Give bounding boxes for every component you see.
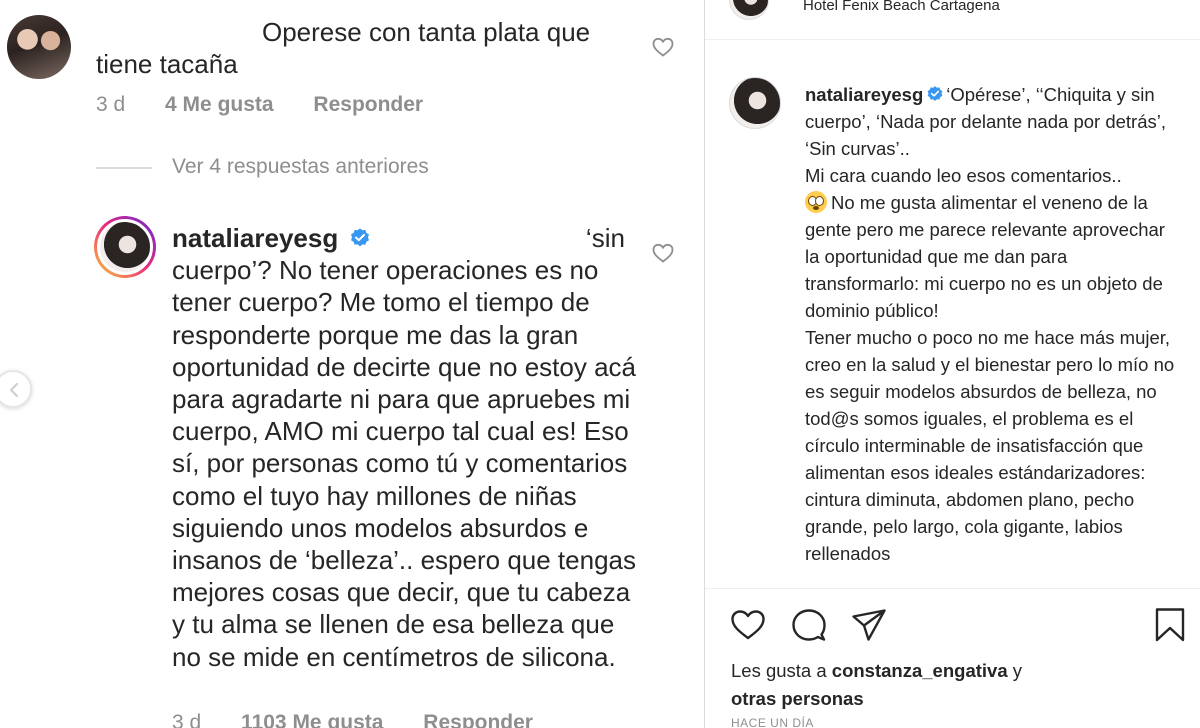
comment-icon[interactable]: [790, 606, 828, 644]
caption-avatar[interactable]: [729, 77, 781, 129]
author-avatar[interactable]: [94, 216, 156, 278]
reply-meta: 3 d 1103 Me gusta Responder: [172, 711, 567, 728]
previous-button[interactable]: [0, 370, 32, 408]
comment-meta: 3 d 4 Me gusta Responder: [96, 93, 457, 117]
author-username[interactable]: nataliareyesg: [172, 223, 338, 253]
post-sidebar: Hotel Fenix Beach Cartagena nataliareyes…: [704, 0, 1200, 728]
post-caption: nataliareyesg ‘Opérese’, ‘‘Chiquita y si…: [805, 81, 1175, 579]
heart-icon[interactable]: [729, 606, 767, 644]
heart-icon[interactable]: [651, 241, 675, 265]
likes-conjunction: y: [1012, 660, 1023, 681]
post-timestamp: HACE UN DÍA: [731, 716, 814, 728]
comment-text-line1: Operese con tanta plata que: [262, 17, 591, 47]
comment-text-line2: tiene tacaña: [96, 49, 238, 79]
bookmark-icon[interactable]: [1151, 606, 1189, 644]
header-divider: [705, 39, 1200, 40]
commenter-avatar[interactable]: [7, 15, 71, 79]
chevron-left-icon: [9, 382, 19, 398]
actions-divider: [705, 588, 1200, 589]
heart-icon[interactable]: [651, 35, 675, 59]
liker-username[interactable]: constanza_engativa: [832, 660, 1008, 681]
face-with-rolling-eyes-icon: [805, 191, 827, 213]
share-icon[interactable]: [850, 606, 888, 644]
reply-text-body: cuerpo’? No tener operaciones es no tene…: [172, 255, 637, 672]
comment-time: 3 d: [96, 93, 126, 116]
reply-comment-text: nataliareyesg ‘sin cuerpo’? No tener ope…: [172, 222, 642, 673]
likes-summary: Les gusta a constanza_engativa y otras p…: [731, 657, 1022, 713]
verified-badge-icon: [927, 86, 943, 101]
caption-username[interactable]: nataliareyesg: [805, 84, 923, 105]
caption-line2: Mi cara cuando leo esos comentarios..: [805, 165, 1122, 186]
reply-button[interactable]: Responder: [313, 93, 423, 116]
caption-line3: No me gusta alimentar el veneno de la ge…: [805, 192, 1165, 321]
post-location[interactable]: Hotel Fenix Beach Cartagena: [803, 0, 1000, 14]
comment-text: Operese con tanta plata que tiene tacaña: [96, 16, 636, 80]
likes-prefix: Les gusta a: [731, 660, 827, 681]
reply-likes[interactable]: 1103 Me gusta: [241, 711, 383, 728]
comment-thread-panel: Operese con tanta plata que tiene tacaña…: [0, 0, 704, 728]
reply-text-start: ‘sin: [585, 223, 625, 253]
verified-badge-icon: [351, 228, 370, 247]
caption-line4: Tener mucho o poco no me hace más mujer,…: [805, 327, 1175, 564]
view-replies-button[interactable]: Ver 4 respuestas anteriores: [172, 155, 429, 179]
reply-time: 3 d: [172, 711, 202, 728]
likes-others-link[interactable]: otras personas: [731, 688, 864, 709]
comment-likes[interactable]: 4 Me gusta: [165, 93, 274, 116]
post-author-avatar[interactable]: [729, 0, 769, 20]
reply-button[interactable]: Responder: [423, 711, 533, 728]
replies-divider: [96, 167, 152, 169]
